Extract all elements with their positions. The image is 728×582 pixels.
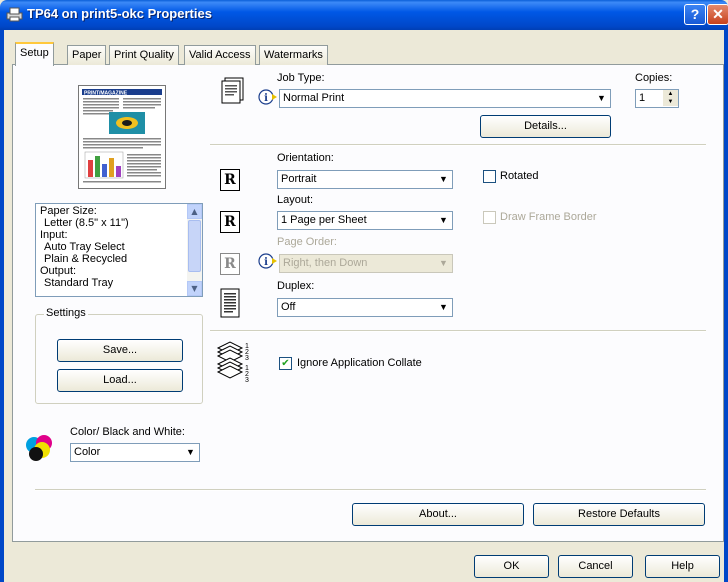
draw-frame-checkbox[interactable] [483, 211, 496, 224]
job-type-label: Job Type: [277, 72, 325, 84]
layout-value: 1 Page per Sheet [281, 214, 367, 226]
settings-summary-list[interactable]: Paper Size: Letter (8.5" x 11") Input: A… [35, 203, 203, 297]
details-button[interactable]: Details... [480, 115, 611, 138]
orientation-label: Orientation: [277, 152, 334, 164]
color-mode-value: Color [74, 446, 101, 458]
page-order-value: Right, then Down [283, 257, 368, 269]
svg-text:i: i [264, 93, 268, 104]
svg-text:i: i [264, 257, 268, 268]
page-order-label: Page Order: [277, 236, 337, 248]
list-item: Letter (8.5" x 11") [44, 217, 129, 229]
load-button[interactable]: Load... [57, 369, 183, 392]
chevron-down-icon[interactable]: ▼ [436, 213, 451, 228]
save-button[interactable]: Save... [57, 339, 183, 362]
divider [210, 144, 706, 146]
divider [35, 489, 706, 491]
scroll-thumb[interactable] [188, 220, 201, 272]
color-mode-select[interactable]: Color ▼ [70, 443, 200, 462]
duplex-icon [220, 288, 240, 318]
job-type-icon [221, 77, 244, 104]
page-order-icon: R [220, 253, 240, 275]
job-type-value: Normal Print [283, 92, 345, 104]
list-item: Standard Tray [44, 277, 114, 289]
preview-masthead: PRINT/MAGAZINE [84, 91, 128, 97]
duplex-value: Off [281, 301, 296, 313]
preview-document-graphic: PRINT/MAGAZINE [82, 89, 162, 183]
list-item: Plain & Recycled [44, 253, 128, 265]
settings-group-label: Settings [44, 307, 88, 319]
job-type-select[interactable]: Normal Print ▼ [279, 89, 611, 108]
spin-up-icon[interactable]: ▲ [663, 90, 678, 98]
layout-select[interactable]: 1 Page per Sheet ▼ [277, 211, 453, 230]
list-scrollbar[interactable]: ▲ ▼ [187, 204, 202, 296]
layout-icon: R [220, 211, 240, 233]
page-preview: PRINT/MAGAZINE [78, 85, 166, 189]
tab-watermarks[interactable]: Watermarks [259, 45, 328, 65]
rotated-label: Rotated [500, 170, 539, 182]
chevron-down-icon[interactable]: ▼ [436, 256, 451, 271]
rotated-checkbox[interactable] [483, 170, 496, 183]
copies-stepper[interactable]: 1 ▲ ▼ [635, 89, 679, 108]
ignore-collate-checkbox[interactable]: ✔ [279, 357, 292, 370]
tab-print-quality[interactable]: Print Quality [109, 45, 179, 65]
orientation-select[interactable]: Portrait ▼ [277, 170, 453, 189]
color-mode-label: Color/ Black and White: [70, 426, 185, 438]
orientation-value: Portrait [281, 173, 317, 185]
tab-paper[interactable]: Paper [67, 45, 107, 65]
chevron-down-icon[interactable]: ▼ [436, 172, 451, 187]
ignore-collate-label: Ignore Application Collate [297, 357, 422, 369]
chevron-down-icon[interactable]: ▼ [183, 445, 198, 460]
chevron-down-icon[interactable]: ▼ [594, 91, 609, 106]
color-ink-icon [26, 435, 52, 461]
close-button[interactable]: ✕ [707, 4, 728, 25]
page-order-select[interactable]: Right, then Down ▼ [279, 254, 453, 273]
duplex-label: Duplex: [277, 280, 315, 292]
about-button[interactable]: About... [352, 503, 524, 526]
tab-valid-access[interactable]: Valid Access [184, 45, 256, 65]
chevron-down-icon[interactable]: ▼ [436, 300, 451, 315]
list-item: Paper Size: [40, 205, 97, 217]
window-title: TP64 on print5-okc Properties [27, 6, 212, 21]
list-item: Input: [40, 229, 68, 241]
window-frame-left [0, 30, 4, 582]
spin-down-icon[interactable]: ▼ [663, 98, 678, 106]
ok-button[interactable]: OK [474, 555, 549, 578]
tab-setup[interactable]: Setup [15, 42, 54, 66]
info-icon: i [258, 89, 277, 105]
copies-value: 1 [639, 92, 646, 104]
scroll-up-icon[interactable]: ▲ [187, 204, 202, 219]
help-button[interactable]: Help [645, 555, 720, 578]
copies-label: Copies: [635, 72, 673, 84]
duplex-select[interactable]: Off ▼ [277, 298, 453, 317]
orientation-icon: R [220, 169, 240, 191]
window-frame-right [724, 30, 728, 582]
divider [210, 330, 706, 332]
list-item: Output: [40, 265, 77, 277]
restore-defaults-button[interactable]: Restore Defaults [533, 503, 705, 526]
svg-text:3: 3 [245, 377, 249, 384]
layout-label: Layout: [277, 194, 314, 206]
info-icon: i [258, 253, 277, 269]
help-title-button[interactable]: ? [684, 4, 706, 25]
collate-icon: 123 123 [216, 341, 249, 384]
draw-frame-label: Draw Frame Border [500, 211, 597, 223]
list-item: Auto Tray Select [44, 241, 125, 253]
cancel-button[interactable]: Cancel [558, 555, 633, 578]
svg-text:3: 3 [245, 355, 249, 362]
printer-icon [6, 7, 23, 22]
scroll-down-icon[interactable]: ▼ [187, 281, 202, 296]
